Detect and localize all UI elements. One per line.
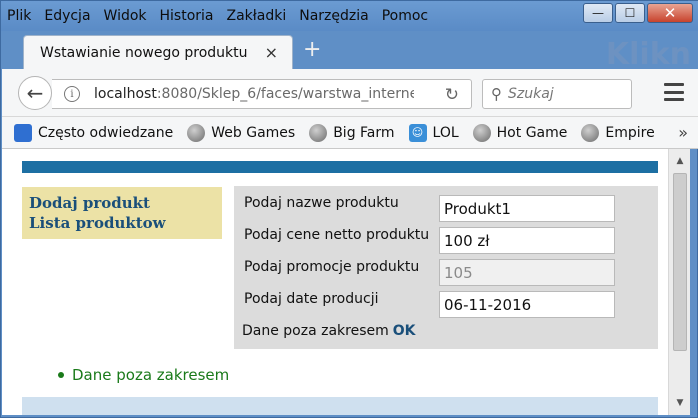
url-bar[interactable]: i localhost:8080/Sklep_6/faces/warstwa_i… (52, 79, 472, 109)
most-visited-icon (14, 123, 32, 142)
side-menu: Dodaj produkt Lista produktow (22, 187, 222, 239)
link-lista-produktow[interactable]: Lista produktow (29, 213, 222, 233)
page-content: Dodaj produkt Lista produktow Podaj nazw… (2, 149, 668, 415)
form-row-name: Podaj nazwe produktu (244, 195, 448, 211)
form-row-date: Podaj date producji (244, 291, 448, 307)
url-path: :8080/Sklep_6/faces/warstwa_interne (156, 86, 414, 102)
header-band (22, 161, 658, 173)
menu-pomoc[interactable]: Pomoc (382, 8, 428, 24)
bookmark-hot-game[interactable]: Hot Game (472, 123, 568, 142)
url-host: localhost (94, 86, 157, 102)
globe-icon (309, 123, 328, 142)
globe-icon (472, 123, 491, 142)
search-placeholder: Szukaj (508, 86, 554, 102)
menu-historia[interactable]: Historia (160, 8, 214, 24)
url-text[interactable]: localhost:8080/Sklep_6/faces/warstwa_int… (94, 86, 414, 102)
menu-bar: Plik Edycja Widok Historia Zakładki Narz… (1, 1, 698, 31)
link-dodaj-produkt[interactable]: Dodaj produkt (29, 193, 222, 213)
search-icon: ⚲ (491, 85, 502, 103)
browser-window: Plik Edycja Widok Historia Zakładki Narz… (0, 0, 698, 418)
globe-icon (187, 123, 206, 142)
product-form: Podaj nazwe produktu Produkt1 Podaj cene… (234, 186, 658, 349)
scroll-up-icon[interactable]: ▲ (672, 153, 688, 169)
date-label: Podaj date producji (244, 291, 379, 307)
promo-input: 105 (439, 259, 615, 286)
date-input[interactable]: 06-11-2016 (439, 291, 615, 318)
maximize-button[interactable]: ☐ (615, 3, 645, 23)
name-label: Podaj nazwe produktu (244, 195, 399, 211)
bookmarks-overflow-icon[interactable]: » (678, 123, 688, 142)
scroll-thumb[interactable] (673, 173, 687, 351)
bookmark-label: LOL (432, 124, 459, 141)
bookmark-label: Empire (605, 124, 655, 141)
minimize-button[interactable]: — (583, 3, 613, 23)
bookmark-czesto-odwiedzane[interactable]: Często odwiedzane (14, 123, 174, 142)
menu-widok[interactable]: Widok (104, 8, 147, 24)
close-window-button[interactable]: ✕ (647, 3, 693, 23)
menu-narzedzia[interactable]: Narzędzia (299, 8, 368, 24)
back-button[interactable]: ← (18, 76, 52, 110)
bookmark-lol[interactable]: ☺ LOL (408, 123, 459, 142)
menu-edycja[interactable]: Edycja (44, 8, 90, 24)
bookmark-label: Big Farm (333, 124, 395, 141)
globe-icon (581, 123, 600, 142)
tab-active[interactable]: Wstawianie nowego produktu × (23, 35, 293, 69)
promo-label: Podaj promocje produktu (244, 259, 420, 275)
reload-icon[interactable]: ↻ (445, 85, 459, 105)
tab-strip: Wstawianie nowego produktu × + Klikn (1, 31, 698, 72)
back-arrow-icon: ← (26, 81, 44, 105)
menu-plik[interactable]: Plik (7, 8, 31, 24)
new-tab-button[interactable]: + (303, 37, 321, 62)
hamburger-menu-icon[interactable] (664, 83, 684, 101)
navigation-bar: ← i localhost:8080/Sklep_6/faces/warstwa… (2, 69, 698, 117)
footer-band (22, 397, 658, 415)
bullet-icon (58, 372, 64, 378)
vertical-scrollbar[interactable]: ▲ ▼ (668, 149, 690, 415)
price-input[interactable]: 100 zł (439, 227, 615, 254)
bookmark-big-farm[interactable]: Big Farm (309, 123, 395, 142)
bookmark-web-games[interactable]: Web Games (187, 123, 296, 142)
form-row-promo: Podaj promocje produktu (244, 259, 448, 275)
form-message-text: Dane poza zakresem (242, 323, 389, 339)
search-bar[interactable]: ⚲ Szukaj (482, 79, 632, 109)
form-row-price: Podaj cene netto produktu (244, 227, 448, 243)
bookmark-label: Hot Game (496, 124, 568, 141)
site-info-icon[interactable]: i (64, 86, 80, 102)
bookmark-empire[interactable]: Empire (581, 123, 655, 142)
window-controls: — ☐ ✕ (581, 3, 693, 23)
price-label: Podaj cene netto produktu (244, 227, 430, 243)
scroll-down-icon[interactable]: ▼ (672, 395, 688, 411)
lol-icon: ☺ (408, 123, 427, 142)
name-input[interactable]: Produkt1 (439, 195, 615, 222)
menu-zakladki[interactable]: Zakładki (227, 8, 287, 24)
bookmark-label: Często odwiedzane (38, 124, 174, 141)
messages-list: Dane poza zakresem (58, 366, 229, 384)
form-message: Dane poza zakresem OK (242, 323, 416, 339)
bookmarks-bar: Często odwiedzane Web Games Big Farm ☺ L… (2, 117, 698, 149)
message-item: Dane poza zakresem (72, 366, 230, 384)
background-watermark: Klikn (605, 37, 691, 72)
tab-title: Wstawianie nowego produktu (40, 44, 248, 61)
ok-button[interactable]: OK (393, 323, 416, 339)
tab-close-icon[interactable]: × (265, 43, 278, 62)
bookmark-label: Web Games (211, 124, 296, 141)
